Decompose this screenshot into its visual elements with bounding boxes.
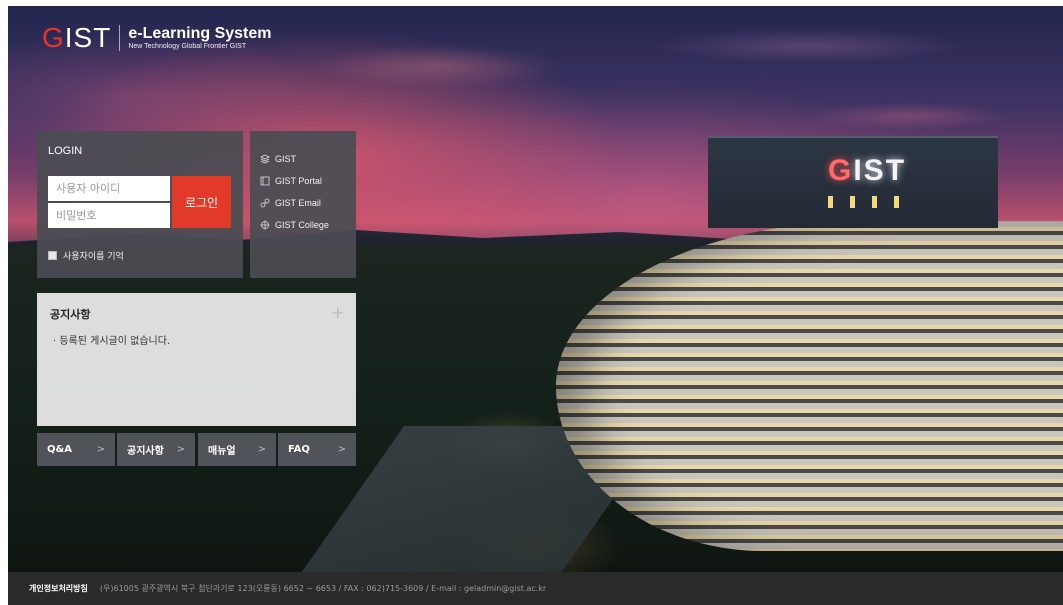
logo-text: e-Learning System New Technology Global … (128, 24, 272, 51)
login-button[interactable]: 로그인 (172, 176, 231, 228)
layers-icon (260, 154, 270, 164)
building-tower: GIST (708, 136, 998, 228)
logo-subtitle: New Technology Global Frontier GIST (128, 42, 247, 50)
login-title: LOGIN (48, 145, 83, 157)
link-label: GIST (275, 154, 297, 164)
link-icon (260, 198, 270, 208)
quick-link-label: Q&A (47, 444, 72, 455)
site-logo[interactable]: GIST e-Learning System New Technology Gl… (42, 22, 272, 54)
remember-me[interactable]: 사용자이름 기억 (48, 249, 124, 262)
quick-link-manual[interactable]: 매뉴얼 > (198, 433, 276, 466)
quick-link-label: 매뉴얼 (208, 446, 236, 457)
link-gist-college[interactable]: GIST College (260, 220, 329, 230)
notice-item[interactable]: · 등록된 게시글이 없습니다. (53, 332, 170, 347)
password-input[interactable] (48, 203, 170, 228)
footer-contact-info: (우)61005 광주광역시 북구 첨단과기로 123(오룡동) 6652 ~ … (99, 584, 547, 593)
link-gist[interactable]: GIST (260, 154, 296, 164)
link-gist-portal[interactable]: GIST Portal (260, 176, 322, 186)
crosshair-icon (260, 220, 270, 230)
logo-divider (119, 25, 121, 51)
quick-links-panel: GIST GIST Portal GIST Email GIST College (250, 131, 356, 278)
plus-icon[interactable]: + (331, 303, 344, 322)
notice-title: 공지사항 (50, 308, 91, 321)
chevron-right-icon: > (337, 444, 346, 455)
link-label: GIST Portal (275, 176, 322, 186)
logo-title: e-Learning System (128, 24, 272, 42)
tower-lights (828, 196, 908, 208)
logo-mark: GIST (42, 22, 112, 53)
remember-label: 사용자이름 기억 (63, 252, 124, 262)
footer: 개인정보처리방침 (우)61005 광주광역시 북구 첨단과기로 123(오룡동… (8, 572, 1063, 605)
chevron-right-icon: > (96, 444, 105, 455)
link-label: GIST College (275, 220, 329, 230)
username-input[interactable] (48, 176, 170, 201)
chevron-right-icon: > (176, 444, 185, 455)
portal-icon (260, 176, 270, 186)
quick-link-label: FAQ (288, 444, 310, 455)
quick-link-qna[interactable]: Q&A > (37, 433, 115, 466)
quick-link-faq[interactable]: FAQ > (278, 433, 356, 466)
chevron-right-icon: > (257, 444, 266, 455)
login-panel: LOGIN 로그인 사용자이름 기억 (37, 131, 243, 278)
notice-panel: 공지사항 + · 등록된 게시글이 없습니다. (37, 293, 356, 426)
remember-checkbox[interactable] (48, 251, 57, 260)
quick-link-notice[interactable]: 공지사항 > (117, 433, 195, 466)
privacy-policy-link[interactable]: 개인정보처리방침 (29, 583, 88, 594)
hero-background: GIST (8, 6, 1063, 572)
link-label: GIST Email (275, 198, 321, 208)
link-gist-email[interactable]: GIST Email (260, 198, 321, 208)
quick-link-label: 공지사항 (127, 446, 164, 457)
building-sign: GIST (828, 154, 907, 187)
